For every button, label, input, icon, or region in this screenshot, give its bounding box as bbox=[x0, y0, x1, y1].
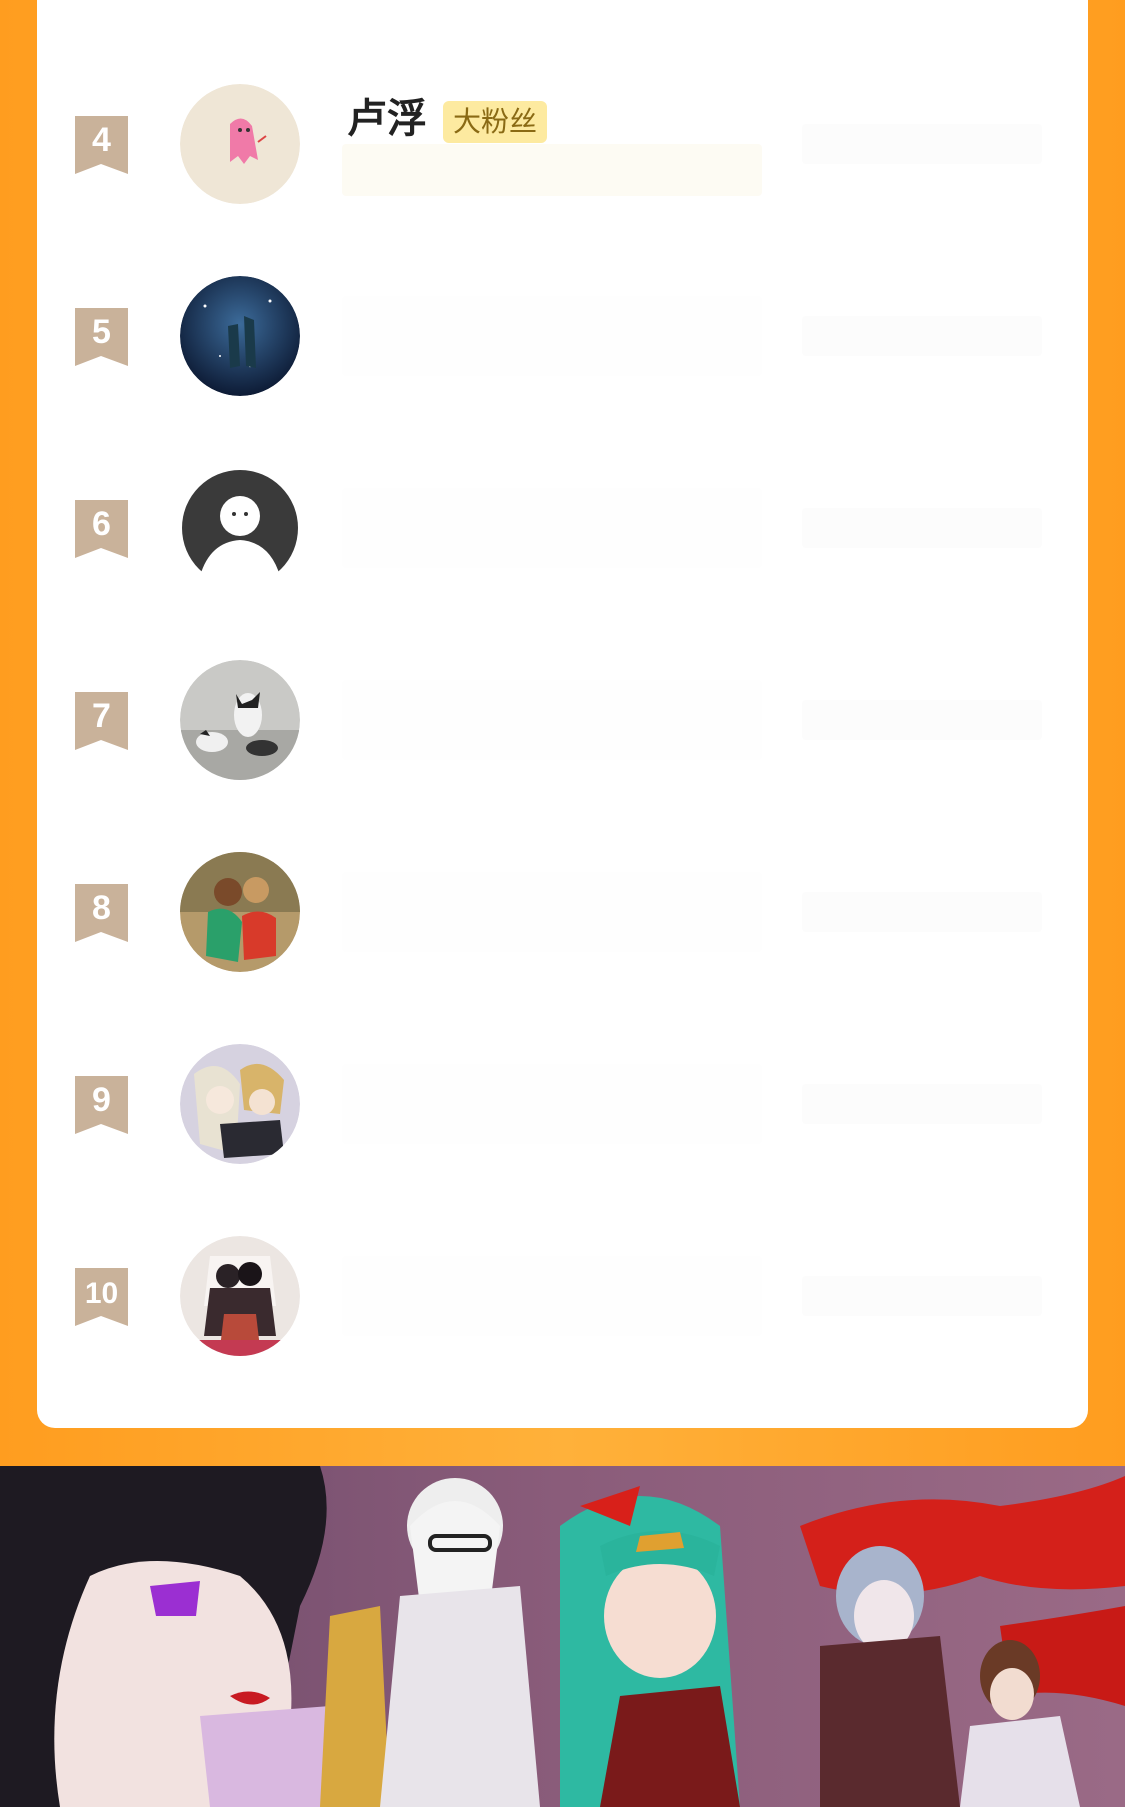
ranking-row[interactable]: 9 bbox=[37, 1044, 1088, 1194]
comic-characters-banner[interactable] bbox=[0, 1466, 1125, 1807]
ranking-row[interactable]: 4 卢浮 大粉丝 bbox=[37, 84, 1088, 234]
rank-number: 4 bbox=[92, 121, 111, 159]
obscured-text bbox=[342, 296, 762, 376]
fan-ranking-card: 4 卢浮 大粉丝 5 6 7 8 9 10 bbox=[37, 0, 1088, 1428]
obscured-text bbox=[342, 144, 762, 196]
rank-ribbon: 10 bbox=[75, 1268, 128, 1328]
obscured-value bbox=[802, 892, 1042, 932]
rank-ribbon: 9 bbox=[75, 1076, 128, 1136]
couple-photo-avatar[interactable] bbox=[180, 852, 300, 972]
obscured-text bbox=[342, 488, 762, 568]
ranking-row[interactable]: 10 bbox=[37, 1236, 1088, 1386]
ranking-row[interactable]: 5 bbox=[37, 276, 1088, 426]
starry-sky-avatar[interactable] bbox=[180, 276, 300, 396]
pink-ghost-avatar[interactable] bbox=[180, 84, 300, 204]
default-user-avatar[interactable] bbox=[180, 468, 300, 588]
couple-hug-avatar[interactable] bbox=[180, 1236, 300, 1356]
rank-number: 6 bbox=[92, 505, 111, 543]
rank-number: 7 bbox=[92, 697, 111, 735]
rank-ribbon: 8 bbox=[75, 884, 128, 944]
obscured-text bbox=[342, 1064, 762, 1144]
rank-ribbon: 4 bbox=[75, 116, 128, 176]
fan-level-badge: 大粉丝 bbox=[443, 101, 548, 143]
ranking-row[interactable]: 7 bbox=[37, 660, 1088, 810]
rank-ribbon: 6 bbox=[75, 500, 128, 560]
obscured-value bbox=[802, 1084, 1042, 1124]
rank-ribbon: 5 bbox=[75, 308, 128, 368]
rank-number: 10 bbox=[84, 1277, 119, 1310]
cats-avatar[interactable] bbox=[180, 660, 300, 780]
rank-number: 9 bbox=[92, 1081, 111, 1119]
anime-couple-avatar[interactable] bbox=[180, 1044, 300, 1164]
obscured-value bbox=[802, 124, 1042, 164]
rank-number: 5 bbox=[92, 313, 111, 351]
obscured-text bbox=[342, 872, 762, 952]
ranking-row[interactable]: 6 bbox=[37, 468, 1088, 618]
obscured-text bbox=[342, 1256, 762, 1336]
obscured-text bbox=[342, 680, 762, 760]
obscured-value bbox=[802, 316, 1042, 356]
obscured-value bbox=[802, 1276, 1042, 1316]
ranking-row[interactable]: 8 bbox=[37, 852, 1088, 1002]
fan-name[interactable]: 卢浮 bbox=[347, 96, 427, 142]
rank-number: 8 bbox=[92, 889, 111, 927]
obscured-value bbox=[802, 700, 1042, 740]
obscured-value bbox=[802, 508, 1042, 548]
rank-ribbon: 7 bbox=[75, 692, 128, 752]
